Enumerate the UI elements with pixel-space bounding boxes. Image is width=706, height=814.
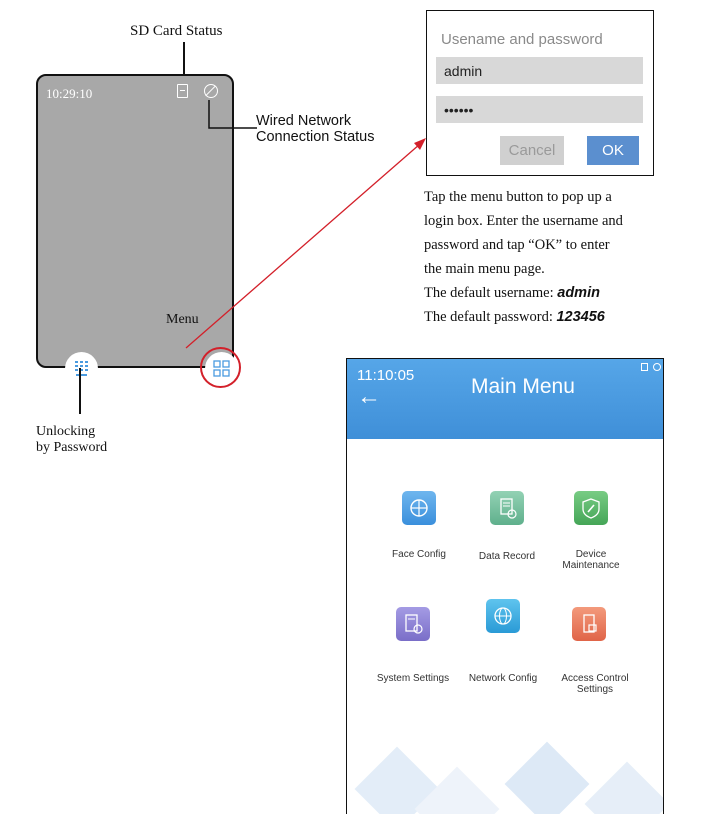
- instruction-line-1: Tap the menu button to pop up a: [424, 189, 612, 205]
- menu-item-label: Device Maintenance: [562, 549, 620, 571]
- network-status-label: Wired Network Connection Status: [256, 113, 375, 145]
- menu-button[interactable]: [205, 352, 238, 385]
- default-password-line: The default password: 123456: [424, 305, 704, 329]
- device-clock: 10:29:10: [46, 86, 93, 101]
- menu-item-access-control-settings[interactable]: Access Control Settings: [554, 607, 644, 695]
- decorative-diamond: [504, 741, 590, 814]
- default-password-value: 123456: [556, 309, 605, 325]
- face-config-icon: [402, 491, 436, 525]
- menu-label: Menu: [166, 312, 199, 327]
- instruction-line-4: the main menu page.: [424, 261, 545, 277]
- network-status-label-line2: Connection Status: [256, 129, 375, 145]
- password-keypad-button[interactable]: [65, 352, 98, 385]
- main-menu-clock: 11:10:05: [357, 367, 415, 384]
- main-menu-header: 11:10:05 ← Main Menu: [347, 359, 663, 439]
- main-menu-title: Main Menu: [471, 375, 575, 398]
- menu-item-system-settings[interactable]: System Settings: [374, 607, 464, 687]
- back-arrow-icon[interactable]: ←: [357, 383, 381, 411]
- default-password-prefix: The default password:: [424, 309, 557, 325]
- wired-network-icon: [653, 363, 661, 371]
- password-field[interactable]: ••••••: [436, 96, 643, 123]
- menu-item-label: System Settings: [376, 673, 450, 684]
- sd-card-icon: [177, 84, 188, 98]
- menu-item-data-record[interactable]: Data Record: [464, 491, 554, 571]
- menu-item-network-config[interactable]: Network Config: [464, 599, 554, 687]
- sd-card-status-label: SD Card Status: [130, 23, 223, 39]
- keypad-icon: [75, 361, 88, 376]
- instruction-line-3: password and tap “OK” to enter: [424, 237, 610, 253]
- access-control-icon: [572, 607, 606, 641]
- menu-item-label: Data Record: [478, 551, 536, 562]
- login-dialog: Usename and password admin •••••• Cancel…: [426, 10, 654, 176]
- menu-grid-icon: [213, 360, 230, 377]
- default-username-value: admin: [557, 285, 600, 301]
- network-status-label-line1: Wired Network: [256, 113, 352, 129]
- login-instructions: Tap the menu button to pop up a login bo…: [424, 185, 704, 329]
- instruction-line-2: login box. Enter the username and: [424, 213, 623, 229]
- default-username-line: The default username: admin: [424, 281, 704, 305]
- default-username-prefix: The default username:: [424, 285, 558, 301]
- username-field[interactable]: admin: [436, 57, 643, 84]
- data-record-icon: [490, 491, 524, 525]
- decorative-diamond: [584, 761, 663, 814]
- device-maintenance-icon: [574, 491, 608, 525]
- system-settings-icon: [396, 607, 430, 641]
- menu-item-label: Access Control Settings: [561, 673, 629, 695]
- network-config-icon: [486, 599, 520, 633]
- login-dialog-title: Usename and password: [441, 31, 603, 48]
- unlock-by-password-label: Unlocking by Password: [36, 424, 107, 456]
- menu-item-label: Network Config: [468, 673, 538, 684]
- cancel-button[interactable]: Cancel: [500, 136, 564, 165]
- ok-button[interactable]: OK: [587, 136, 639, 165]
- main-menu-screen: 11:10:05 ← Main Menu Face Config Data Re…: [346, 358, 664, 814]
- menu-item-face-config[interactable]: Face Config: [374, 491, 464, 571]
- unlock-leader-line: [79, 368, 81, 414]
- sd-card-icon: [641, 363, 648, 371]
- menu-item-device-maintenance[interactable]: Device Maintenance: [554, 491, 644, 571]
- unlock-label-line1: Unlocking: [36, 424, 96, 439]
- menu-item-label: Face Config: [392, 549, 446, 560]
- unlock-label-line2: by Password: [36, 440, 108, 455]
